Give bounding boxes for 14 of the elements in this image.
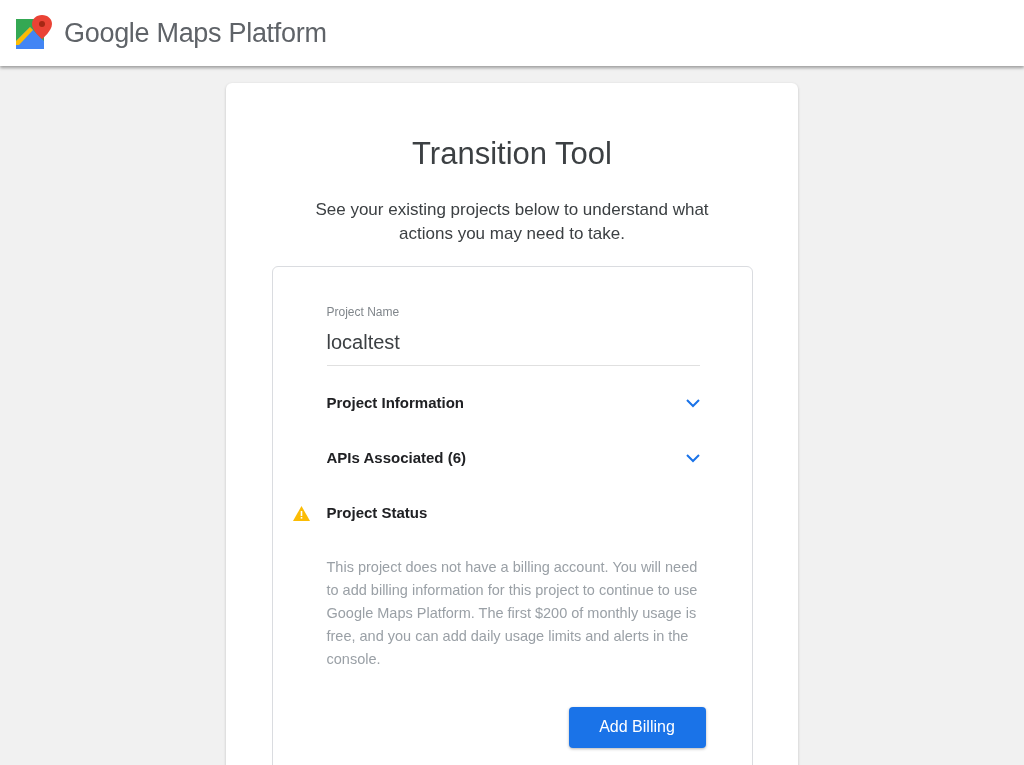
chevron-icon <box>685 454 700 463</box>
brand-name: Google Maps Platform <box>64 16 327 50</box>
section-heading: Project Status <box>326 503 428 524</box>
expandable-section[interactable]: Project Information <box>326 393 700 414</box>
status-description: This project does not have a billing account. You will need to add billing information for this project to continue to use Google Maps Platform. The first $200 of monthly usage is free, and you can add daily usage limits and alerts in the console. <box>326 557 699 669</box>
field-label: Project Name <box>326 303 401 321</box>
add-billing-button[interactable]: Add Billing <box>568 706 706 748</box>
warning-icon <box>292 506 310 521</box>
card-title: Transition Tool <box>412 135 612 173</box>
expandable-section[interactable]: APIs Associated (6) <box>326 448 700 469</box>
map-pin-logo-icon <box>16 15 52 51</box>
project-name-value: localtest <box>326 329 401 355</box>
card-subtitle: See your existing projects below to understand what actions you may need to take. <box>314 198 710 245</box>
chevron-icon <box>685 399 700 408</box>
